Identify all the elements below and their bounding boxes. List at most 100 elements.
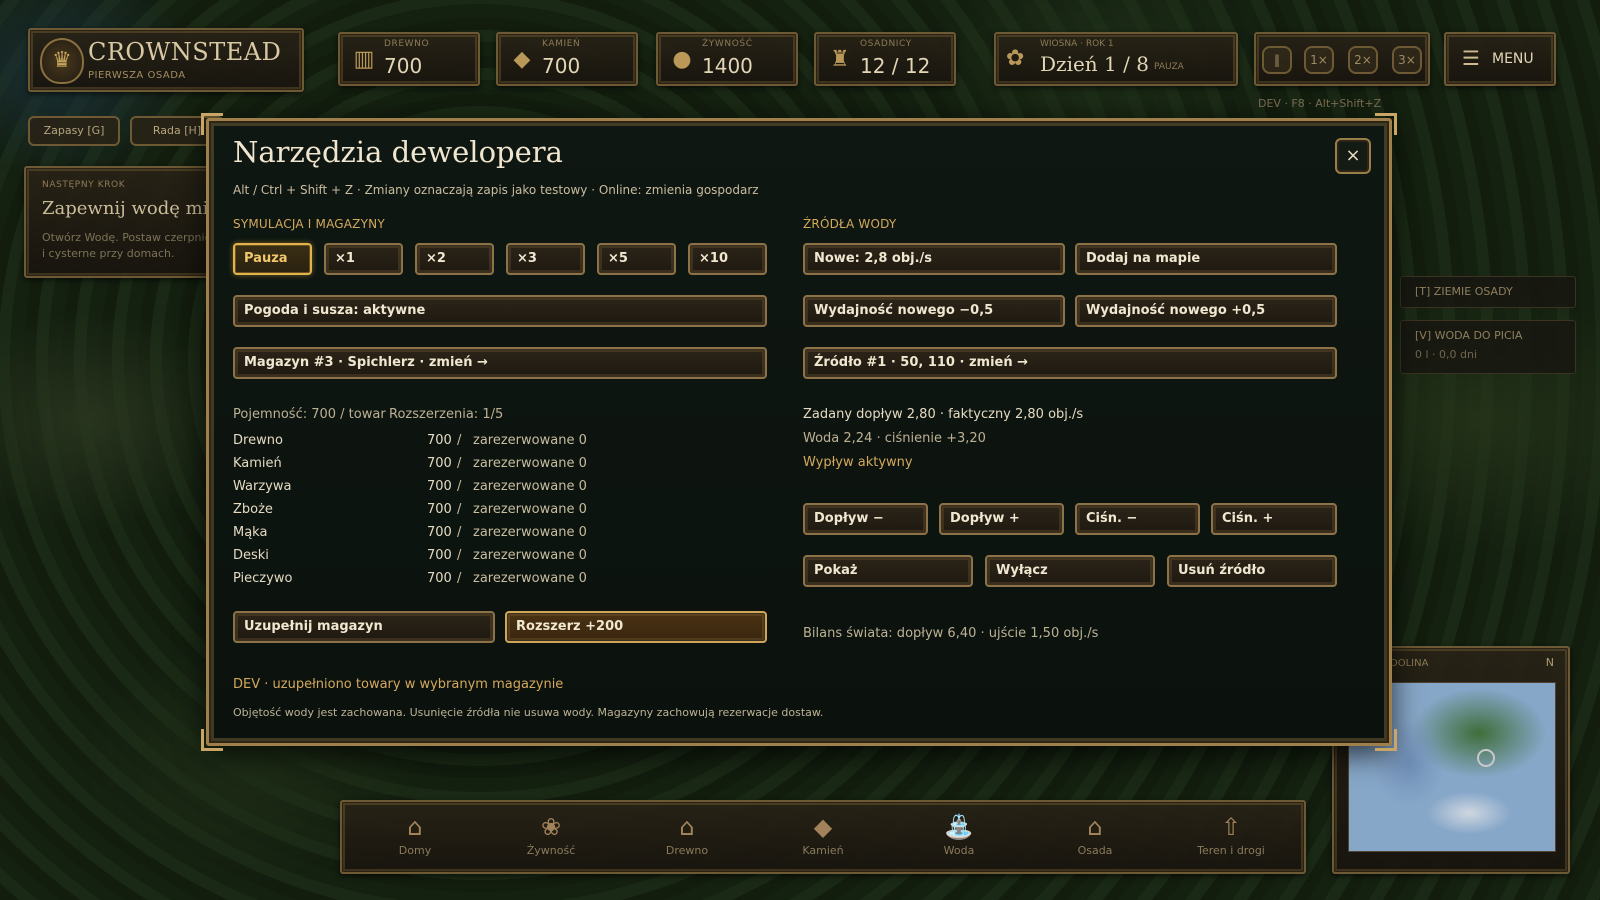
separator: /	[457, 502, 462, 517]
camera-marker-icon	[1477, 749, 1495, 767]
outflow-status: Wypływ aktywny	[803, 455, 913, 470]
speed-pause-button[interactable]: Pauza	[233, 243, 312, 275]
stock-row: Drewno 700 / zarezerwowane 0	[233, 433, 593, 453]
pressure-decrease-button[interactable]: Ciśn. −	[1075, 503, 1200, 535]
weather-toggle-button[interactable]: Pogoda i susza: aktywne	[233, 295, 767, 327]
menu-button[interactable]: ☰ MENU	[1444, 32, 1556, 86]
separator: /	[457, 479, 462, 494]
lands-label: [T] ZIEMIE OSADY	[1415, 285, 1513, 298]
frame-corner	[1375, 729, 1397, 751]
terrain-icon: ⇧	[1220, 813, 1242, 841]
pause-button[interactable]: ‖	[1262, 46, 1292, 74]
stock-row: Zboże 700 / zarezerwowane 0	[233, 502, 593, 522]
show-source-button[interactable]: Pokaż	[803, 555, 973, 587]
build-food-button[interactable]: ❀ Żywność	[496, 810, 606, 868]
status-message: DEV · uzupełniono towary w wybranym maga…	[233, 677, 564, 692]
build-toolbar: ⌂ Domy ❀ Żywność ⌂ Drewno ◆ Kamień ⛲ Wod…	[340, 800, 1306, 874]
world-balance: Bilans świata: dopływ 6,40 · ujście 1,50…	[803, 626, 1099, 641]
frame-corner	[201, 113, 223, 135]
dialog-subtitle: Alt / Ctrl + Shift + Z · Zmiany oznaczaj…	[233, 183, 759, 197]
resource-wood: ▥ DREWNO 700	[338, 32, 480, 86]
resource-stone: ◆ KAMIEŃ 700	[496, 32, 638, 86]
supplies-button[interactable]: Zapasy [G]	[28, 116, 120, 146]
inflow-increase-button[interactable]: Dopływ +	[939, 503, 1064, 535]
build-label: Osada	[1077, 844, 1113, 857]
game-title: CROWNSTEAD	[88, 38, 282, 66]
fill-warehouse-button[interactable]: Uzupełnij magazyn	[233, 611, 495, 643]
dev-shortcut-hint: DEV · F8 · Alt+Shift+Z	[1258, 97, 1382, 110]
yield-decrease-button[interactable]: Wydajność nowego −0,5	[803, 295, 1065, 327]
speed-1x-button[interactable]: 1×	[1304, 46, 1334, 74]
stock-row: Kamień 700 / zarezerwowane 0	[233, 456, 593, 476]
stock-name: Kamień	[233, 456, 282, 471]
build-wood-button[interactable]: ⌂ Drewno	[632, 810, 742, 868]
quarry-icon: ◆	[813, 813, 833, 841]
resource-label: ŻYWNOŚĆ	[702, 39, 753, 49]
calendar-panel: ✿ WIOSNA · ROK 1 Dzień 1 / 8 PAUZA	[994, 32, 1238, 86]
build-stone-button[interactable]: ◆ Kamień	[768, 810, 878, 868]
yield-increase-button[interactable]: Wydajność nowego +0,5	[1075, 295, 1337, 327]
build-label: Kamień	[802, 844, 844, 857]
speed-2x-button[interactable]: 2×	[1348, 46, 1378, 74]
season-icon: ✿	[1006, 46, 1025, 71]
expansions-label: Rozszerzenia: 1/5	[389, 407, 504, 422]
pressure-increase-button[interactable]: Ciśn. +	[1211, 503, 1337, 535]
speed-x5-button[interactable]: ×5	[597, 243, 676, 275]
settlement-banner: ♛ CROWNSTEAD PIERWSZA OSADA	[28, 28, 304, 92]
capacity-label: Pojemność: 700 / towar	[233, 407, 386, 422]
resource-label: KAMIEŃ	[542, 39, 581, 49]
water-section-title: ŹRÓDŁA WODY	[803, 217, 897, 231]
separator: /	[457, 433, 462, 448]
resource-food: ● ŻYWNOŚĆ 1400	[656, 32, 798, 86]
new-source-rate-button[interactable]: Nowe: 2,8 obj./s	[803, 243, 1065, 275]
disable-source-button[interactable]: Wyłącz	[985, 555, 1155, 587]
stock-row: Warzywa 700 / zarezerwowane 0	[233, 479, 593, 499]
inflow-decrease-button[interactable]: Dopływ −	[803, 503, 928, 535]
source-select-button[interactable]: Źródło #1 · 50, 110 · zmień →	[803, 347, 1337, 379]
resource-label: OSADNICY	[860, 39, 912, 49]
remove-source-button[interactable]: Usuń źródło	[1167, 555, 1337, 587]
build-houses-button[interactable]: ⌂ Domy	[360, 810, 470, 868]
speed-x2-button[interactable]: ×2	[415, 243, 494, 275]
separator: /	[457, 456, 462, 471]
expand-warehouse-button[interactable]: Rozszerz +200	[505, 611, 767, 643]
stock-reserved: zarezerwowane 0	[473, 456, 587, 471]
lands-card[interactable]: [T] ZIEMIE OSADY	[1400, 276, 1576, 308]
separator: /	[457, 571, 462, 586]
drinking-water-card[interactable]: [V] WODA DO PICIA 0 l · 0,0 dni	[1400, 320, 1576, 374]
footer-note: Objętość wody jest zachowana. Usunięcie …	[233, 706, 824, 719]
build-terrain-button[interactable]: ⇧ Teren i drogi	[1176, 810, 1286, 868]
build-settlement-button[interactable]: ⌂ Osada	[1040, 810, 1150, 868]
speed-x10-button[interactable]: ×10	[688, 243, 767, 275]
settlement-name: PIERWSZA OSADA	[88, 70, 186, 81]
day-counter: Dzień 1 / 8	[1040, 52, 1149, 76]
stock-name: Warzywa	[233, 479, 292, 494]
speed-x3-button[interactable]: ×3	[506, 243, 585, 275]
stock-qty: 700	[427, 571, 452, 586]
stock-reserved: zarezerwowane 0	[473, 502, 587, 517]
frame-corner	[201, 729, 223, 751]
stock-qty: 700	[427, 502, 452, 517]
farm-icon: ❀	[540, 813, 562, 841]
simulation-section-title: SYMULACJA I MAGAZYNY	[233, 217, 385, 231]
dev-tools-dialog: Narzędzia dewelopera Alt / Ctrl + Shift …	[201, 113, 1397, 751]
close-button[interactable]: ×	[1335, 138, 1371, 174]
stock-reserved: zarezerwowane 0	[473, 433, 587, 448]
stock-qty: 700	[427, 433, 452, 448]
stock-row: Deski 700 / zarezerwowane 0	[233, 548, 593, 568]
warehouse-select-button[interactable]: Magazyn #3 · Spichlerz · zmień →	[233, 347, 767, 379]
well-icon: ⛲	[944, 813, 974, 841]
crest-icon: ♛	[40, 38, 84, 84]
stock-qty: 700	[427, 479, 452, 494]
stock-reserved: zarezerwowane 0	[473, 548, 587, 563]
season-label: WIOSNA · ROK 1	[1040, 39, 1114, 49]
speed-x1-button[interactable]: ×1	[324, 243, 403, 275]
settlement-icon: ⌂	[1087, 813, 1103, 841]
resource-value: 1400	[702, 54, 753, 78]
build-water-button[interactable]: ⛲ Woda	[904, 810, 1014, 868]
speed-3x-button[interactable]: 3×	[1392, 46, 1422, 74]
water-pressure-info: Woda 2,24 · ciśnienie +3,20	[803, 431, 986, 446]
add-on-map-button[interactable]: Dodaj na mapie	[1075, 243, 1337, 275]
resource-label: DREWNO	[384, 39, 430, 49]
lumber-icon: ⌂	[679, 813, 695, 841]
